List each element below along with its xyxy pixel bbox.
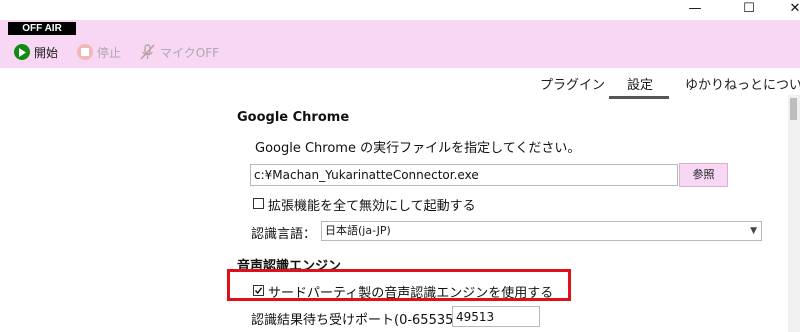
- port-input[interactable]: 49513: [452, 306, 540, 327]
- minimize-button[interactable]: —: [672, 0, 718, 20]
- stop-button[interactable]: 停止: [77, 42, 121, 62]
- scrollbar-thumb[interactable]: [790, 98, 797, 120]
- disable-extensions-checkbox[interactable]: [253, 198, 264, 209]
- tab-about[interactable]: ゆかりねっとについて: [685, 74, 800, 93]
- disable-extensions-label: 拡張機能を全て無効にして起動する: [268, 199, 476, 214]
- tab-plugins[interactable]: プラグイン: [540, 74, 605, 93]
- start-button[interactable]: 開始: [14, 42, 58, 62]
- chevron-down-icon: ▼: [750, 226, 757, 236]
- language-value: 日本語(ja-JP): [325, 224, 391, 237]
- close-button[interactable]: ✕: [772, 0, 800, 20]
- port-label: 認識結果待ち受けポート(0-65535)：: [251, 313, 472, 328]
- mic-off-label: マイクOFF: [160, 45, 220, 60]
- start-label: 開始: [34, 45, 59, 60]
- chrome-heading: Google Chrome: [237, 110, 350, 125]
- active-tab-indicator: [609, 96, 669, 99]
- scrollbar[interactable]: [788, 95, 800, 332]
- tab-settings[interactable]: 設定: [627, 74, 653, 93]
- browse-button[interactable]: 参照: [679, 163, 728, 187]
- play-icon: [14, 44, 30, 60]
- stop-icon: [77, 44, 93, 60]
- mic-off-icon: [138, 43, 156, 61]
- chrome-description: Google Chrome の実行ファイルを指定してください。: [255, 141, 581, 156]
- maximize-button[interactable]: ☐: [726, 0, 772, 20]
- chrome-path-input[interactable]: c:¥Machan_YukarinatteConnector.exe: [250, 164, 678, 186]
- status-badge: OFF AIR: [8, 22, 76, 35]
- mic-off-button[interactable]: マイクOFF: [138, 42, 219, 62]
- highlight-box: [227, 269, 571, 301]
- language-select[interactable]: 日本語(ja-JP) ▼: [321, 221, 762, 241]
- stop-label: 停止: [97, 45, 122, 60]
- language-label: 認識言語：: [251, 227, 317, 242]
